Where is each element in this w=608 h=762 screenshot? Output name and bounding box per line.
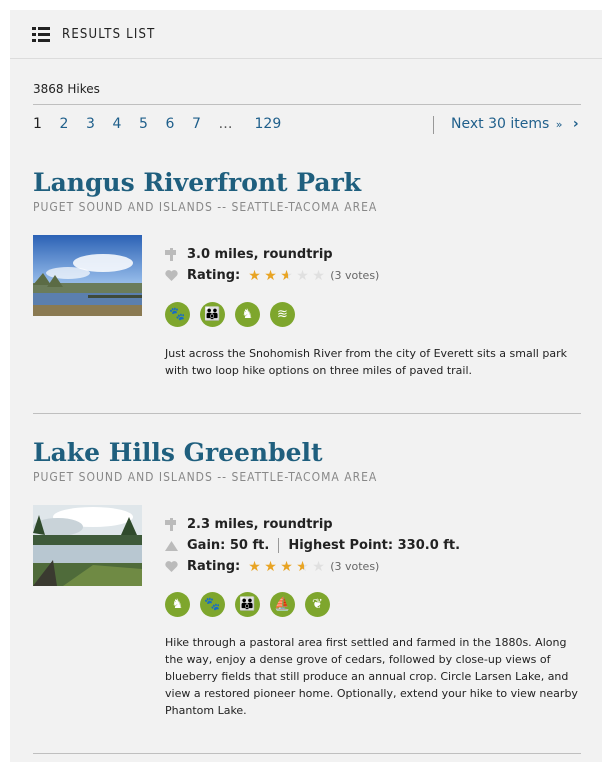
fall-foliage-icon: ❦ bbox=[305, 592, 330, 617]
feature-icons: ♞ 🐾 👪 ⛵ ❦ bbox=[165, 592, 340, 617]
rating-row: Rating: ★ ★ ★ ★ ★ (3 votes) bbox=[165, 556, 460, 577]
hike-region: PUGET SOUND AND ISLANDS -- SEATTLE-TACOM… bbox=[33, 200, 378, 214]
votes-count: (3 votes) bbox=[330, 560, 380, 573]
star-icon: ★ bbox=[248, 267, 261, 284]
star-icon: ★ bbox=[312, 267, 325, 284]
signpost-icon bbox=[165, 518, 178, 531]
star-icon: ★ bbox=[280, 558, 293, 575]
hike-description: Hike through a pastoral area first settl… bbox=[165, 636, 578, 717]
page-links: 1 2 3 4 5 6 7 … 129 bbox=[33, 116, 281, 132]
page-link[interactable]: 7 bbox=[192, 116, 219, 132]
results-header: RESULTS LIST bbox=[10, 10, 602, 59]
results-panel: RESULTS LIST 3868 Hikes 1 2 3 4 5 6 7 … … bbox=[10, 10, 602, 762]
list-icon bbox=[32, 26, 50, 42]
star-icon: ★ bbox=[248, 558, 261, 575]
pagination: 1 2 3 4 5 6 7 … 129 Next 30 items » › bbox=[33, 116, 581, 138]
heart-icon bbox=[165, 269, 178, 282]
hike-description: Just across the Snohomish River from the… bbox=[165, 347, 567, 377]
dogs-allowed-icon: 🐾 bbox=[165, 302, 190, 327]
page-ellipsis: … bbox=[218, 116, 233, 132]
page-link-current: 1 bbox=[33, 116, 42, 132]
rivers-icon: ≋ bbox=[270, 302, 295, 327]
star-icon: ★ bbox=[264, 558, 277, 575]
rating-label: Rating: bbox=[187, 268, 241, 283]
star-icon: ★ bbox=[296, 559, 312, 575]
star-icon: ★ bbox=[312, 558, 325, 575]
hike-title-link[interactable]: Lake Hills Greenbelt bbox=[33, 438, 581, 468]
star-icon: ★ bbox=[264, 267, 277, 284]
rating-row: Rating: ★ ★ ★ ★ ★ (3 votes) bbox=[165, 265, 379, 286]
chevron-right-icon: › bbox=[572, 116, 579, 132]
divider bbox=[33, 413, 581, 414]
page-link[interactable]: 3 bbox=[86, 116, 113, 132]
wildlife-icon: ♞ bbox=[165, 592, 190, 617]
hike-stats: 2.3 miles, roundtrip Gain: 50 ft. Highes… bbox=[165, 514, 460, 577]
page-link[interactable]: 2 bbox=[60, 116, 87, 132]
star-icon: ★ bbox=[280, 268, 296, 284]
distance-row: 2.3 miles, roundtrip bbox=[165, 514, 460, 535]
divider bbox=[33, 104, 581, 105]
hike-thumbnail[interactable] bbox=[33, 235, 142, 316]
distance-row: 3.0 miles, roundtrip bbox=[165, 244, 379, 265]
star-icon: ★ bbox=[296, 267, 309, 284]
stat-separator bbox=[278, 538, 280, 553]
mountain-icon bbox=[165, 539, 178, 552]
next-page-link[interactable]: Next 30 items » › bbox=[451, 116, 579, 132]
page-link[interactable]: 4 bbox=[113, 116, 140, 132]
elevation-row: Gain: 50 ft. Highest Point: 330.0 ft. bbox=[165, 535, 460, 556]
dogs-allowed-icon: 🐾 bbox=[200, 592, 225, 617]
hike-result: Lake Hills Greenbelt PUGET SOUND AND ISL… bbox=[33, 438, 581, 717]
hike-result: Langus Riverfront Park PUGET SOUND AND I… bbox=[33, 168, 581, 377]
lakes-icon: ⛵ bbox=[270, 592, 295, 617]
raquo-icon: » bbox=[555, 118, 563, 131]
results-count: 3868 Hikes bbox=[33, 82, 100, 96]
page-link[interactable]: 5 bbox=[139, 116, 166, 132]
distance-value: 3.0 miles, roundtrip bbox=[187, 247, 333, 262]
kid-friendly-icon: 👪 bbox=[200, 302, 225, 327]
results-title: RESULTS LIST bbox=[62, 26, 156, 42]
hike-region: PUGET SOUND AND ISLANDS -- SEATTLE-TACOM… bbox=[33, 470, 378, 484]
signpost-icon bbox=[165, 248, 178, 261]
kid-friendly-icon: 👪 bbox=[235, 592, 260, 617]
highest-point: Highest Point: 330.0 ft. bbox=[288, 538, 461, 553]
rating-stars: ★ ★ ★ ★ ★ bbox=[248, 268, 328, 284]
hike-title-link[interactable]: Langus Riverfront Park bbox=[33, 168, 581, 198]
feature-icons: 🐾 👪 ♞ ≋ bbox=[165, 302, 305, 327]
heart-icon bbox=[165, 560, 178, 573]
hike-thumbnail[interactable] bbox=[33, 505, 142, 586]
rating-stars: ★ ★ ★ ★ ★ bbox=[248, 559, 328, 575]
elevation-gain: Gain: 50 ft. bbox=[187, 538, 270, 553]
page-link-last[interactable]: 129 bbox=[255, 116, 282, 132]
distance-value: 2.3 miles, roundtrip bbox=[187, 517, 333, 532]
divider bbox=[33, 753, 581, 754]
pagination-separator bbox=[433, 116, 434, 134]
next-page-label: Next 30 items bbox=[451, 116, 550, 132]
hike-stats: 3.0 miles, roundtrip Rating: ★ ★ ★ ★ ★ (… bbox=[165, 244, 379, 286]
page-link[interactable]: 6 bbox=[166, 116, 193, 132]
wildlife-icon: ♞ bbox=[235, 302, 260, 327]
votes-count: (3 votes) bbox=[330, 269, 380, 282]
rating-label: Rating: bbox=[187, 559, 241, 574]
